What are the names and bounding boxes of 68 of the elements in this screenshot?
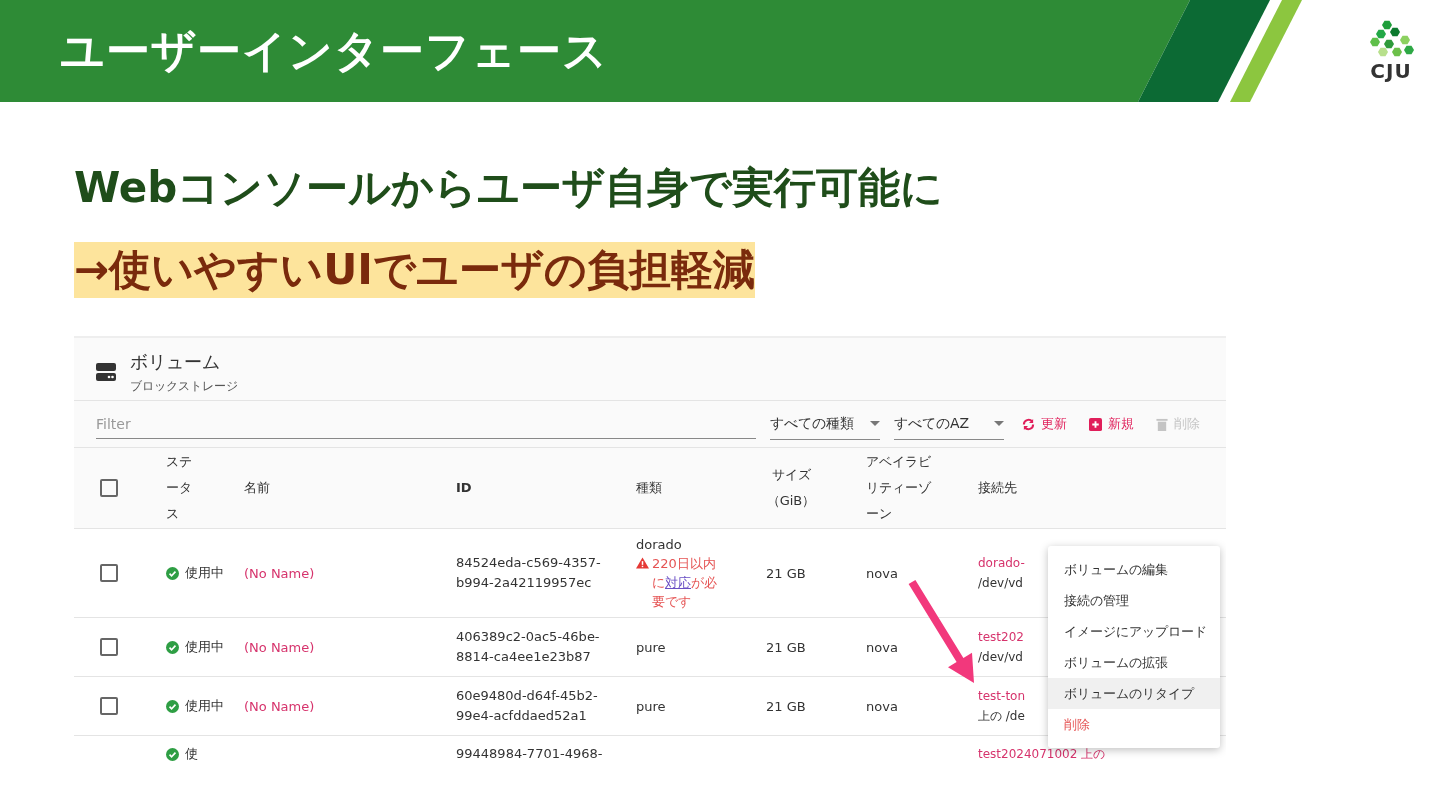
row-checkbox[interactable] — [100, 564, 118, 582]
refresh-icon — [1022, 417, 1035, 431]
check-circle-icon — [166, 747, 179, 761]
attachment-link[interactable]: dorado- — [978, 553, 1025, 573]
volume-name-link[interactable]: (No Name) — [244, 565, 315, 581]
menu-item[interactable]: イメージにアップロード — [1048, 616, 1220, 647]
filter-dropdown[interactable]: すべてのAZ — [894, 408, 1004, 440]
new-button[interactable]: 新規 — [1085, 415, 1138, 433]
zone-text: nova — [866, 639, 898, 655]
volume-type: pure — [636, 697, 666, 716]
column-header: ステータス — [166, 453, 193, 523]
row-checkbox[interactable] — [100, 697, 118, 715]
attachment-link[interactable]: test2024071002 上の — [978, 744, 1106, 764]
check-circle-icon — [166, 640, 179, 654]
column-header: 接続先 — [978, 479, 1018, 497]
volume-type: pure — [636, 638, 666, 657]
size-text: 21 GB — [766, 698, 806, 714]
zone-text: nova — [866, 565, 898, 581]
size-text: 21 GB — [766, 639, 806, 655]
status-text: 使用中 — [185, 697, 224, 715]
check-circle-icon — [166, 699, 179, 713]
storage-icon — [96, 363, 116, 381]
heading: Webコンソールからユーザ自身で実行可能に — [74, 162, 945, 214]
volume-id: 60e9480d-d64f-45b2-99e4-acfddaed52a1 — [456, 687, 599, 725]
warning-link[interactable]: 対応 — [665, 575, 691, 590]
attachment-device: 上の /de — [978, 708, 1025, 725]
volume-id: 99448984-7701-4968- — [456, 745, 604, 763]
caret-icon — [870, 420, 880, 427]
column-header: 種類 — [636, 479, 663, 497]
attachment-device: /dev/vd — [978, 649, 1023, 666]
attachment-link[interactable]: test-ton — [978, 686, 1026, 706]
logo-text: CJU — [1370, 60, 1412, 82]
panel-title: ボリューム — [130, 349, 221, 374]
zone-text: nova — [866, 698, 898, 714]
status-text: 使 — [185, 745, 198, 763]
slide-title: ユーザーインターフェース — [60, 23, 608, 78]
warning-icon — [636, 557, 649, 569]
menu-item[interactable]: ボリュームの拡張 — [1048, 647, 1220, 678]
column-header: ID — [456, 479, 473, 497]
highlighted-heading: →使いやすいUIでユーザの負担軽減 — [74, 242, 755, 298]
filter-field[interactable]: Filter — [96, 409, 756, 439]
menu-item[interactable]: ボリュームの編集 — [1048, 554, 1220, 585]
volume-id: 84524eda-c569-4357-b994-2a42119957ec — [456, 554, 602, 592]
column-header: アベイラビリティーゾーン — [866, 453, 932, 523]
warning-message: 220日以内に対応が必要です — [652, 555, 718, 611]
check-circle-icon — [166, 566, 179, 580]
trash-icon — [1156, 417, 1168, 431]
volume-name-link[interactable]: (No Name) — [244, 639, 315, 655]
filter-dropdown[interactable]: すべての種類 — [770, 408, 880, 440]
column-header: 名前 — [244, 479, 271, 497]
volume-type: dorado — [636, 536, 682, 554]
menu-item[interactable]: ボリュームのリタイプ — [1048, 678, 1220, 709]
status-text: 使用中 — [185, 564, 224, 582]
refresh-button[interactable]: 更新 — [1018, 415, 1071, 433]
row-checkbox[interactable] — [100, 638, 118, 656]
volume-id: 406389c2-0ac5-46be-8814-ca4ee1e23b87 — [456, 628, 601, 666]
volume-name-link[interactable]: (No Name) — [244, 698, 315, 714]
select-all-checkbox[interactable] — [100, 479, 118, 497]
menu-item[interactable]: 接続の管理 — [1048, 585, 1220, 616]
attachment-link[interactable]: test202 — [978, 627, 1024, 647]
add-icon — [1089, 417, 1102, 431]
column-header: サイズ（GiB） — [766, 466, 816, 510]
panel-subtitle: ブロックストレージ — [130, 377, 238, 395]
attachment-device: /dev/vd — [978, 575, 1023, 592]
caret-icon — [994, 420, 1004, 427]
size-text: 21 GB — [766, 565, 806, 581]
status-text: 使用中 — [185, 638, 224, 656]
menu-item[interactable]: 削除 — [1048, 709, 1220, 740]
